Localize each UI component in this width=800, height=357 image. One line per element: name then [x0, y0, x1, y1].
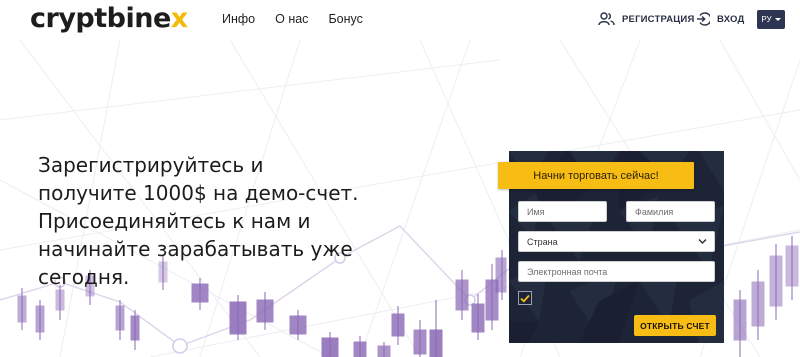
country-select[interactable]: Страна — [518, 231, 715, 252]
email-input[interactable]: Электронная почта — [518, 261, 715, 282]
main-nav: Инфо О нас Бонус — [222, 12, 383, 26]
caret-down-icon — [774, 18, 781, 21]
first-name-input[interactable]: Имя — [518, 201, 607, 222]
cryptbinex-logo[interactable]: cryptbinex — [30, 4, 188, 34]
register-link[interactable]: РЕГИСТРАЦИЯ — [598, 12, 694, 26]
register-label: РЕГИСТРАЦИЯ — [622, 13, 695, 25]
users-icon — [598, 12, 615, 26]
checkmark-icon — [520, 294, 530, 303]
chevron-down-icon — [698, 238, 707, 245]
country-value: Страна — [527, 236, 558, 247]
terms-checkbox[interactable] — [518, 291, 532, 305]
language-value: РУ — [761, 15, 772, 24]
logo-accent: x — [170, 3, 188, 34]
nav-item-about[interactable]: О нас — [275, 12, 308, 26]
headline-line: сегодня. — [38, 265, 130, 289]
headline-line: начинайте зарабатывать уже — [38, 237, 353, 261]
nav-item-info[interactable]: Инфо — [222, 12, 255, 26]
language-selector[interactable]: РУ — [757, 10, 785, 29]
headline-line: Присоединяйтесь к нам и — [38, 209, 311, 233]
login-link[interactable]: ВХОД — [696, 12, 744, 26]
nav-item-bonus[interactable]: Бонус — [328, 12, 362, 26]
top-header: cryptbinex Инфо О нас Бонус РЕГИСТРАЦИЯ … — [0, 0, 800, 40]
logo-text: cryptbine — [30, 3, 171, 34]
headline-line: получите 1000$ на демо-счет. — [38, 181, 359, 205]
hero-headline: Зарегистрируйтесь и получите 1000$ на де… — [38, 151, 368, 291]
headline-line: Зарегистрируйтесь и — [38, 153, 264, 177]
start-trading-banner: Начни торговать сейчас! — [498, 162, 694, 189]
login-arrow-icon — [697, 12, 710, 26]
login-label: ВХОД — [717, 13, 745, 25]
last-name-input[interactable]: Фамилия — [626, 201, 715, 222]
open-account-button[interactable]: ОТКРЫТЬ СЧЕТ — [634, 315, 716, 336]
